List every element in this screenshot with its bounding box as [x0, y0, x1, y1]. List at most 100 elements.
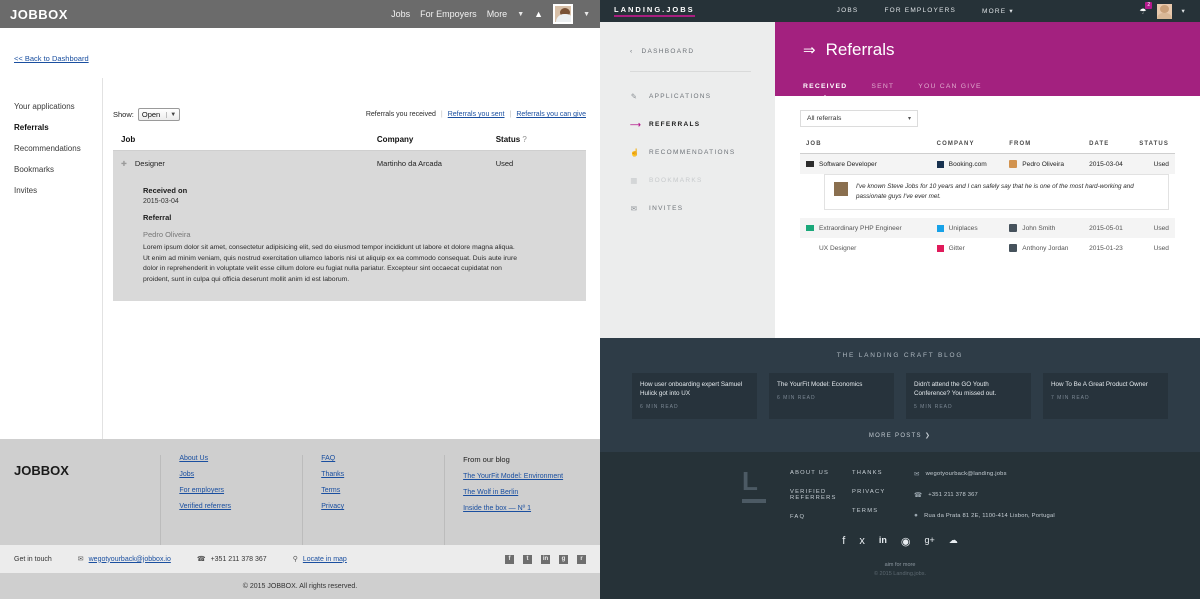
page-title-text: Referrals — [825, 40, 895, 59]
lj-sidebar: ‹ DASHBOARD ✎ APPLICATIONS ⟶ REFERRALS ☝… — [600, 22, 775, 338]
link-referrals-received[interactable]: Referrals you received — [366, 111, 436, 118]
footer-copyright: © 2015 Landing.jobs. — [873, 571, 927, 577]
sidebar-item-referrals[interactable]: Referrals — [14, 123, 102, 132]
lj-logo[interactable]: LANDING.JOBS — [614, 5, 695, 17]
link-referrals-can-give[interactable]: Referrals you can give — [516, 111, 586, 118]
facebook-icon[interactable]: f — [842, 535, 845, 548]
footer-link-about-us[interactable]: ABOUT US — [790, 470, 852, 476]
footer-address-text: Rua da Prata 81 2E, 1100-414 Lisbon, Por… — [924, 512, 1055, 519]
googleplus-icon[interactable]: g — [559, 554, 568, 564]
rss-icon[interactable]: ☁ — [949, 535, 958, 548]
legacy-nav-jobs[interactable]: Jobs — [391, 9, 410, 19]
link-referrals-sent[interactable]: Referrals you sent — [448, 111, 505, 118]
sidebar-item-invites[interactable]: ✉ INVITES — [630, 204, 775, 213]
help-icon[interactable]: ? — [522, 135, 526, 144]
footer-link-privacy[interactable]: PRIVACY — [852, 489, 914, 495]
referral-body: Lorem ipsum dolor sit amet, consectetur … — [143, 244, 518, 283]
footer-blog-link-1[interactable]: The YourFit Model: Environment — [463, 473, 586, 480]
tab-you-can-give[interactable]: YOU CAN GIVE — [918, 83, 982, 90]
blog-card[interactable]: Didn't attend the GO Youth Conference? Y… — [906, 373, 1031, 419]
footer-link-verified-referrers[interactable]: Verified referrers — [179, 503, 302, 510]
footer-link-jobs[interactable]: Jobs — [179, 471, 302, 478]
sidebar-item-bookmarks[interactable]: Bookmarks — [14, 165, 102, 174]
footer-link-terms[interactable]: Terms — [321, 487, 444, 494]
legacy-nav-for-employers[interactable]: For Empoyers — [420, 9, 477, 19]
show-label: Show: — [113, 110, 134, 119]
footer-blog-link-3[interactable]: Inside the box — Nº 1 — [463, 505, 586, 512]
avatar[interactable] — [553, 4, 574, 24]
footer-link-for-employers[interactable]: For employers — [179, 487, 302, 494]
twitter-icon[interactable]: t — [523, 554, 532, 564]
chevron-down-icon[interactable]: ▾ — [1182, 7, 1186, 15]
envelope-icon: ✉ — [77, 556, 84, 563]
cell-company-label: Gitter — [948, 244, 965, 252]
blog-card[interactable]: How To Be A Great Product Owner 7 MIN RE… — [1043, 373, 1168, 419]
locate-in-map-link[interactable]: Locate in map — [303, 556, 347, 563]
referrals-filter-select[interactable]: All referrals ▾ — [800, 110, 918, 127]
sidebar-dashboard-link[interactable]: ‹ DASHBOARD — [630, 48, 775, 55]
footer-link-about-us[interactable]: About Us — [179, 455, 302, 462]
show-select[interactable]: Open ▼ — [137, 108, 181, 121]
footer-link-privacy[interactable]: Privacy — [321, 503, 444, 510]
sidebar-item-recommendations[interactable]: Recommendations — [14, 144, 102, 153]
avatar[interactable] — [1156, 3, 1172, 19]
lj-nav-jobs[interactable]: JOBS — [837, 7, 859, 15]
thumbs-up-icon: ☝ — [630, 148, 641, 157]
lj-nav: JOBS FOR EMPLOYERS MORE ▾ — [837, 7, 1014, 15]
legacy-nav-more[interactable]: More — [487, 9, 508, 19]
blog-card[interactable]: The YourFit Model: Economics 6 MIN READ — [769, 373, 894, 419]
footer-link-faq[interactable]: FAQ — [321, 455, 444, 462]
get-in-touch-label: Get in touch — [14, 556, 52, 563]
footer-link-faq[interactable]: FAQ — [790, 514, 852, 520]
footer-email[interactable]: ✉ wegotyourback@landing.jobs — [914, 470, 1055, 478]
sidebar-item-applications[interactable]: ✎ APPLICATIONS — [630, 92, 775, 101]
cell-status: Used — [1153, 224, 1169, 232]
legacy-jobbox-panel: JOBBOX Jobs For Empoyers More ▼ ▲ ▼ << B… — [0, 0, 600, 599]
chevron-down-icon[interactable]: ▼ — [583, 11, 590, 18]
blog-card[interactable]: How user onboarding expert Samuel Hulick… — [632, 373, 757, 419]
sidebar-item-recommendations[interactable]: ☝ RECOMMENDATIONS — [630, 148, 775, 157]
cell-job-label: Extraordinary PHP Engineer — [819, 224, 902, 232]
footer-link-verified-referrers[interactable]: VERIFIED REFERRERS — [790, 489, 852, 501]
chevron-down-icon: ▾ — [907, 116, 911, 122]
rss-icon[interactable]: r — [577, 554, 586, 564]
linkedin-icon[interactable]: in — [541, 554, 550, 564]
footer-email-text: wegotyourback@landing.jobs — [925, 471, 1007, 477]
sidebar-item-your-applications[interactable]: Your applications — [14, 102, 102, 111]
lj-nav-for-employers[interactable]: FOR EMPLOYERS — [884, 7, 956, 15]
sidebar-item-referrals[interactable]: ⟶ REFERRALS — [630, 120, 775, 129]
back-to-dashboard-link[interactable]: << Back to Dashboard — [14, 54, 89, 63]
referral-note: I've known Steve Jobs for 10 years and I… — [824, 174, 1169, 211]
footer-link-thanks[interactable]: THANKS — [852, 470, 914, 476]
table-row[interactable]: ✚ Designer Martinho da Arcada Used — [113, 151, 586, 176]
table-row[interactable]: UX Designer Gitter Anthony Jordan 2015-0… — [800, 238, 1175, 258]
sidebar-item-bookmarks: ▦ BOOKMARKS — [630, 176, 775, 185]
tab-received[interactable]: RECEIVED — [803, 83, 847, 99]
footer-blog-link-2[interactable]: The Wolf in Berlin — [463, 489, 586, 496]
tab-sent[interactable]: SENT — [871, 83, 894, 90]
footer-link-terms[interactable]: TERMS — [852, 508, 914, 514]
github-icon[interactable]: ◉ — [901, 535, 911, 548]
sidebar-item-invites[interactable]: Invites — [14, 186, 102, 195]
lj-middle: ‹ DASHBOARD ✎ APPLICATIONS ⟶ REFERRALS ☝… — [600, 22, 1200, 338]
twitter-icon[interactable]: x — [859, 535, 865, 548]
legacy-logo[interactable]: JOBBOX — [10, 7, 68, 22]
lj-nav-more-label: MORE — [982, 8, 1007, 15]
linkedin-icon[interactable]: in — [879, 535, 887, 548]
facebook-icon[interactable]: f — [505, 554, 514, 564]
table-row[interactable]: Software Developer Booking.com Pedro Oli… — [800, 154, 1175, 174]
bell-icon[interactable]: ▲ — [534, 9, 543, 19]
blog-card-title: How user onboarding expert Samuel Hulick… — [640, 381, 743, 397]
contact-email-link[interactable]: wegotyourback@jobbox.io — [89, 556, 171, 563]
lj-nav-more[interactable]: MORE ▾ — [982, 7, 1014, 15]
more-posts-button[interactable]: MORE POSTS ❯ — [600, 432, 1200, 439]
drag-handle-icon[interactable]: ✚ — [121, 160, 127, 168]
table-row[interactable]: Extraordinary PHP Engineer Uniplaces Joh… — [800, 218, 1175, 239]
cell-from-label: Pedro Oliveira — [1022, 160, 1065, 168]
landing-jobs-panel: LANDING.JOBS JOBS FOR EMPLOYERS MORE ▾ ☂… — [600, 0, 1200, 599]
chevron-down-icon[interactable]: ▼ — [517, 11, 524, 18]
googleplus-icon[interactable]: g+ — [924, 535, 934, 548]
bell-icon[interactable]: ☂ 2 — [1139, 1, 1153, 16]
footer-link-thanks[interactable]: Thanks — [321, 471, 444, 478]
footer-phone: ☎ +351 211 378 367 — [914, 491, 1055, 499]
